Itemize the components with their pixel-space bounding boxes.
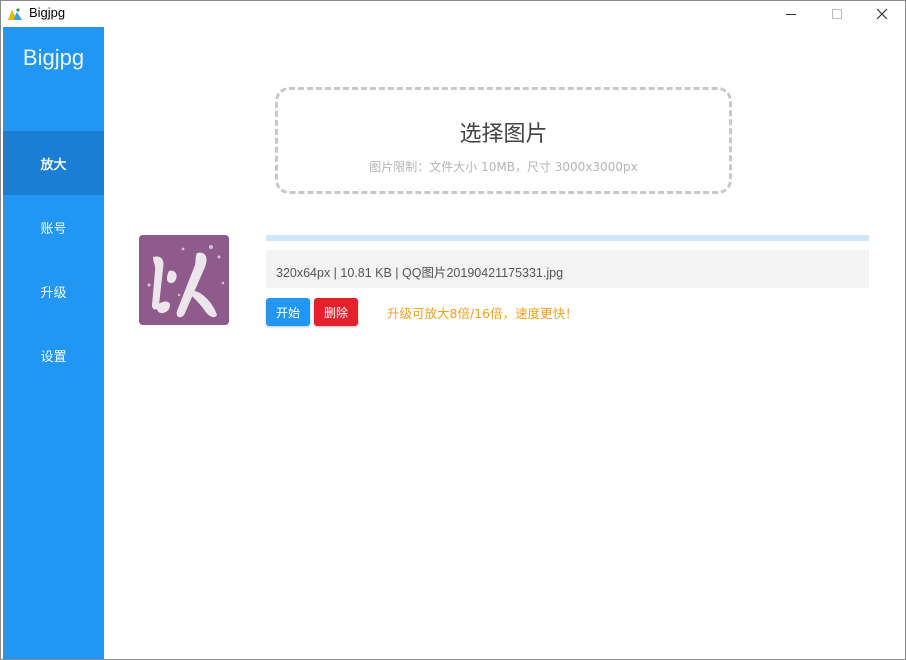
sidebar-item-label: 设置	[40, 349, 67, 365]
start-button[interactable]: 开始	[266, 298, 310, 326]
minimize-button[interactable]	[768, 1, 814, 27]
sidebar: Bigjpg 放大 账号 升级 设置	[3, 27, 104, 659]
upload-progress-bar	[266, 235, 869, 241]
image-dropzone[interactable]: 选择图片 图片限制：文件大小 10MB，尺寸 3000x3000px	[275, 87, 732, 194]
image-limit-text: 图片限制：文件大小 10MB，尺寸 3000x3000px	[369, 160, 638, 174]
title-bar: Bigjpg	[1, 1, 905, 27]
sidebar-item-enlarge[interactable]: 放大	[3, 131, 104, 195]
sidebar-item-label: 升级	[40, 285, 67, 301]
app-window: Bigjpg Bigjpg 放大 账号 升级 设置 选择图片 图片限制：文件大小…	[0, 0, 906, 660]
select-image-title: 选择图片	[459, 122, 548, 147]
brand-title: Bigjpg	[22, 45, 85, 70]
close-button[interactable]	[859, 1, 905, 27]
window-title: Bigjpg	[29, 5, 66, 20]
file-info-bar: 320x64px | 10.81 KB | QQ图片20190421175331…	[266, 250, 869, 288]
sidebar-item-account[interactable]: 账号	[3, 195, 104, 259]
minimize-icon	[786, 14, 796, 15]
upgrade-hint-link[interactable]: 升级可放大8倍/16倍，速度更快！	[387, 303, 578, 322]
close-icon	[876, 8, 888, 20]
file-info-text: 320x64px | 10.81 KB | QQ图片20190421175331…	[276, 266, 564, 280]
maximize-button[interactable]	[814, 1, 860, 27]
sidebar-item-label: 账号	[40, 221, 67, 237]
maximize-icon	[832, 9, 842, 19]
app-logo-icon	[7, 6, 23, 22]
sidebar-item-settings[interactable]: 设置	[3, 323, 104, 387]
sidebar-item-upgrade[interactable]: 升级	[3, 259, 104, 323]
delete-button[interactable]: 删除	[314, 298, 358, 326]
image-thumbnail: 以	[139, 235, 229, 325]
sidebar-item-label: 放大	[40, 157, 67, 173]
